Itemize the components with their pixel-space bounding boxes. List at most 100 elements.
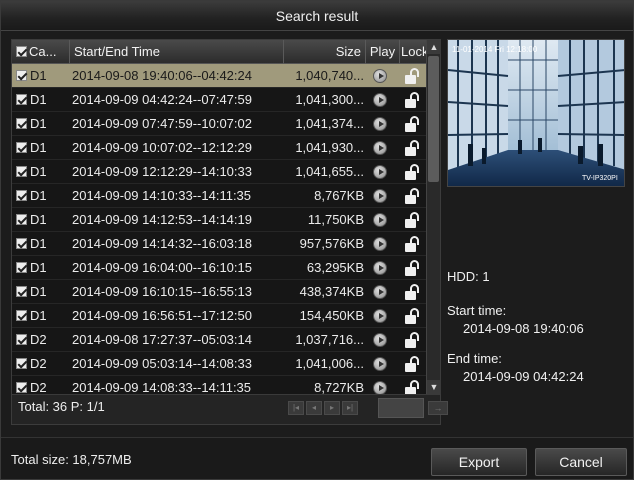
play-icon[interactable] xyxy=(373,381,387,394)
row-camera: D1 xyxy=(30,284,47,299)
unlock-icon[interactable] xyxy=(405,188,419,204)
row-camera: D2 xyxy=(30,356,47,371)
cancel-button[interactable]: Cancel xyxy=(535,448,627,476)
unlock-icon[interactable] xyxy=(405,140,419,156)
play-icon[interactable] xyxy=(373,165,387,179)
table-row[interactable]: D1 2014-09-09 14:14:32--16:03:18 957,576KB xyxy=(12,232,426,256)
row-camera: D1 xyxy=(30,308,47,323)
table-row[interactable]: D1 2014-09-09 04:42:24--07:47:59 1,041,300… xyxy=(12,88,426,112)
row-camera: D2 xyxy=(30,380,47,394)
row-file-size: 63,295KB xyxy=(306,260,364,275)
row-file-size: 154,450KB xyxy=(299,308,364,323)
row-file-size: 1,040,740... xyxy=(295,68,364,83)
play-icon[interactable] xyxy=(373,237,387,251)
unlock-icon[interactable] xyxy=(405,380,419,394)
play-icon[interactable] xyxy=(373,141,387,155)
row-checkbox[interactable] xyxy=(16,190,27,201)
play-icon[interactable] xyxy=(373,213,387,227)
page-number-input[interactable] xyxy=(378,398,424,418)
unlock-icon[interactable] xyxy=(405,164,419,180)
row-file-size: 1,041,300... xyxy=(295,92,364,107)
play-icon[interactable] xyxy=(373,333,387,347)
column-time-header[interactable]: Start/End Time xyxy=(70,40,284,64)
row-checkbox[interactable] xyxy=(16,70,27,81)
unlock-icon[interactable] xyxy=(405,332,419,348)
table-row[interactable]: D1 2014-09-09 16:56:51--17:12:50 154,450KB xyxy=(12,304,426,328)
scroll-up-icon[interactable]: ▲ xyxy=(427,40,441,54)
search-result-dialog: Search result Ca... Start/End Time Size … xyxy=(0,0,634,480)
row-camera: D1 xyxy=(30,140,47,155)
unlock-icon[interactable] xyxy=(405,284,419,300)
go-page-icon[interactable]: → xyxy=(428,401,448,415)
play-icon[interactable] xyxy=(373,189,387,203)
row-file-size: 8,767KB xyxy=(314,188,364,203)
play-icon[interactable] xyxy=(373,285,387,299)
row-checkbox[interactable] xyxy=(16,94,27,105)
table-row[interactable]: D2 2014-09-08 17:27:37--05:03:14 1,037,716… xyxy=(12,328,426,352)
unlock-icon[interactable] xyxy=(405,212,419,228)
table-row[interactable]: D2 2014-09-09 05:03:14--14:08:33 1,041,006… xyxy=(12,352,426,376)
result-rows: D1 2014-09-08 19:40:06--04:42:24 1,040,740… xyxy=(12,64,426,394)
unlock-icon[interactable] xyxy=(405,68,419,84)
column-play-header[interactable]: Play xyxy=(366,40,400,64)
table-row[interactable]: D1 2014-09-09 12:12:29--14:10:33 1,041,655… xyxy=(12,160,426,184)
row-checkbox[interactable] xyxy=(16,358,27,369)
prev-page-icon[interactable]: ◂ xyxy=(306,401,322,415)
table-row[interactable]: D1 2014-09-09 10:07:02--12:12:29 1,041,930… xyxy=(12,136,426,160)
row-time-range: 2014-09-09 16:56:51--17:12:50 xyxy=(72,308,252,323)
row-checkbox[interactable] xyxy=(16,238,27,249)
column-size-header[interactable]: Size xyxy=(284,40,366,64)
unlock-icon[interactable] xyxy=(405,236,419,252)
table-row[interactable]: D2 2014-09-09 14:08:33--14:11:35 8,727KB xyxy=(12,376,426,394)
row-checkbox[interactable] xyxy=(16,286,27,297)
play-icon[interactable] xyxy=(373,117,387,131)
scroll-thumb[interactable] xyxy=(428,56,439,182)
unlock-icon[interactable] xyxy=(405,308,419,324)
end-time-label: End time: xyxy=(447,351,502,366)
row-checkbox[interactable] xyxy=(16,118,27,129)
table-row[interactable]: D1 2014-09-09 07:47:59--10:07:02 1,041,374… xyxy=(12,112,426,136)
row-checkbox[interactable] xyxy=(16,382,27,393)
next-page-icon[interactable]: ▸ xyxy=(324,401,340,415)
end-time-value: 2014-09-09 04:42:24 xyxy=(463,369,584,384)
column-camera-header[interactable]: Ca... xyxy=(12,40,70,64)
unlock-icon[interactable] xyxy=(405,92,419,108)
row-checkbox[interactable] xyxy=(16,262,27,273)
row-time-range: 2014-09-09 12:12:29--14:10:33 xyxy=(72,164,252,179)
select-all-checkbox[interactable] xyxy=(16,46,27,57)
first-page-icon[interactable]: |◂ xyxy=(288,401,304,415)
dialog-title: Search result xyxy=(1,1,633,31)
row-camera: D1 xyxy=(30,164,47,179)
list-scrollbar[interactable]: ▲ ▼ xyxy=(426,40,441,394)
scroll-down-icon[interactable]: ▼ xyxy=(427,380,441,394)
row-time-range: 2014-09-08 17:27:37--05:03:14 xyxy=(72,332,252,347)
row-camera: D1 xyxy=(30,212,47,227)
unlock-icon[interactable] xyxy=(405,356,419,372)
play-icon[interactable] xyxy=(373,309,387,323)
unlock-icon[interactable] xyxy=(405,260,419,276)
row-time-range: 2014-09-09 16:04:00--16:10:15 xyxy=(72,260,252,275)
table-row[interactable]: D1 2014-09-08 19:40:06--04:42:24 1,040,740… xyxy=(12,64,426,88)
last-page-icon[interactable]: ▸| xyxy=(342,401,358,415)
export-button[interactable]: Export xyxy=(431,448,527,476)
row-checkbox[interactable] xyxy=(16,166,27,177)
row-time-range: 2014-09-09 14:14:32--16:03:18 xyxy=(72,236,252,251)
row-checkbox[interactable] xyxy=(16,214,27,225)
table-row[interactable]: D1 2014-09-09 14:12:53--14:14:19 11,750KB xyxy=(12,208,426,232)
play-icon[interactable] xyxy=(373,261,387,275)
play-icon[interactable] xyxy=(373,69,387,83)
unlock-icon[interactable] xyxy=(405,116,419,132)
start-time-label: Start time: xyxy=(447,303,507,318)
play-icon[interactable] xyxy=(373,93,387,107)
row-checkbox[interactable] xyxy=(16,334,27,345)
row-checkbox[interactable] xyxy=(16,142,27,153)
preview-datetime-overlay: 11-01-2014 Fri 12:18:00 xyxy=(452,45,538,54)
row-time-range: 2014-09-09 05:03:14--14:08:33 xyxy=(72,356,252,371)
row-time-range: 2014-09-09 14:12:53--14:14:19 xyxy=(72,212,252,227)
column-lock-header[interactable]: Lock xyxy=(400,40,426,64)
table-row[interactable]: D1 2014-09-09 16:04:00--16:10:15 63,295KB xyxy=(12,256,426,280)
table-row[interactable]: D1 2014-09-09 16:10:15--16:55:13 438,374KB xyxy=(12,280,426,304)
row-checkbox[interactable] xyxy=(16,310,27,321)
play-icon[interactable] xyxy=(373,357,387,371)
table-row[interactable]: D1 2014-09-09 14:10:33--14:11:35 8,767KB xyxy=(12,184,426,208)
